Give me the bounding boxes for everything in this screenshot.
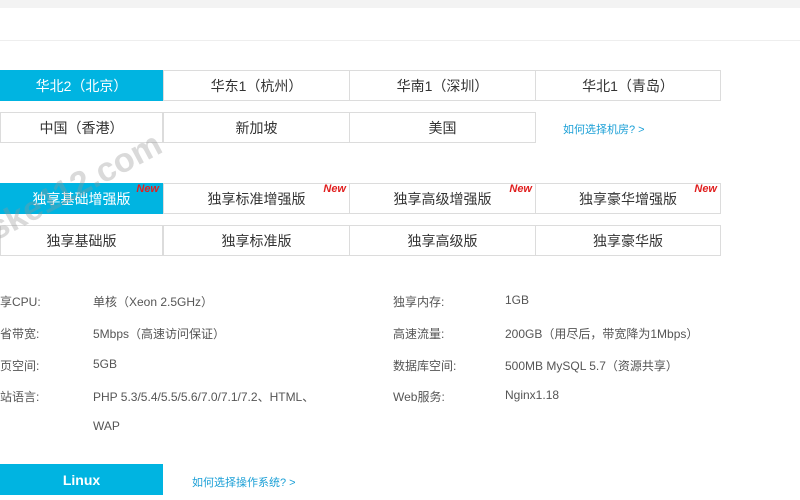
space-value: 5GB: [93, 357, 118, 371]
language-value: PHP 5.3/5.4/5.5/5.6/7.0/7.1/7.2、HTML、: [93, 390, 315, 404]
top-bar: [0, 0, 800, 8]
new-badge: New: [509, 183, 532, 195]
bandwidth-label: 省带宽:: [0, 327, 40, 341]
database-label: 数据库空间:: [393, 359, 457, 373]
os-help-link[interactable]: 如何选择操作系统? >: [192, 474, 296, 490]
region-option-hongkong[interactable]: 中国（香港）: [0, 112, 163, 143]
cpu-label: 享CPU:: [0, 295, 41, 309]
region-help-link[interactable]: 如何选择机房? >: [563, 121, 645, 137]
web-service-label: Web服务:: [393, 390, 445, 404]
space-label: 页空间:: [0, 359, 40, 373]
plan-option-advanced-enhanced[interactable]: 独享高级增强版 New: [349, 183, 536, 214]
web-service-value: Nginx1.18: [505, 388, 560, 402]
plan-option-basic[interactable]: 独享基础版: [0, 225, 163, 256]
plan-option-luxury[interactable]: 独享豪华版: [535, 225, 721, 256]
plan-option-luxury-enhanced[interactable]: 独享豪华增强版 New: [535, 183, 721, 214]
memory-value: 1GB: [505, 293, 530, 307]
region-option-usa[interactable]: 美国: [349, 112, 536, 143]
traffic-value: 200GB（用尽后，带宽降为1Mbps）: [505, 327, 699, 341]
language-value-cont: WAP: [93, 419, 120, 433]
region-option-shenzhen[interactable]: 华南1（深圳）: [349, 70, 536, 101]
new-badge: New: [323, 183, 346, 195]
region-option-qingdao[interactable]: 华北1（青岛）: [535, 70, 721, 101]
cpu-value: 单核（Xeon 2.5GHz）: [93, 295, 214, 309]
plan-option-standard[interactable]: 独享标准版: [163, 225, 350, 256]
plan-option-basic-enhanced[interactable]: 独享基础增强版 New: [0, 183, 163, 214]
new-badge: New: [694, 183, 717, 195]
region-option-hangzhou[interactable]: 华东1（杭州）: [163, 70, 350, 101]
new-badge: New: [136, 183, 159, 195]
os-option-linux[interactable]: Linux: [0, 464, 163, 495]
region-option-beijing[interactable]: 华北2（北京）: [0, 70, 163, 101]
region-option-singapore[interactable]: 新加坡: [163, 112, 350, 143]
memory-label: 独享内存:: [393, 295, 445, 309]
traffic-label: 高速流量:: [393, 327, 445, 341]
database-value: 500MB MySQL 5.7（资源共享）: [505, 359, 678, 373]
bandwidth-value: 5Mbps（高速访问保证）: [93, 327, 226, 341]
language-label: 站语言:: [0, 390, 40, 404]
top-divider: [0, 40, 800, 41]
plan-option-advanced[interactable]: 独享高级版: [349, 225, 536, 256]
plan-option-standard-enhanced[interactable]: 独享标准增强版 New: [163, 183, 350, 214]
